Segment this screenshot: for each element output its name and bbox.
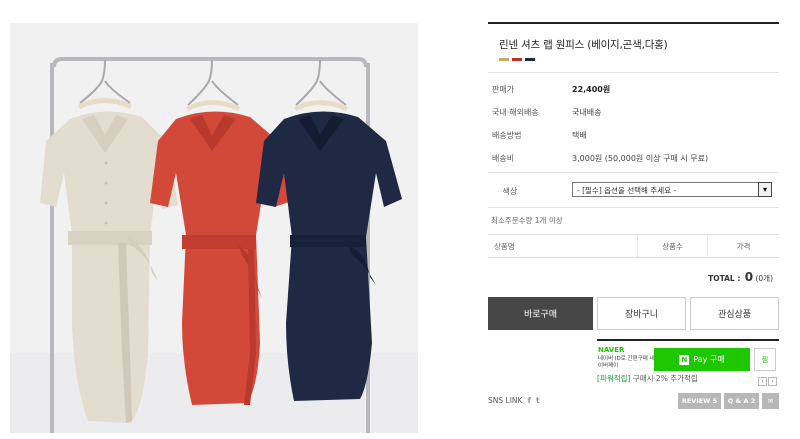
naver-description: 네이버 ID로 간편구매 네이버페이 [598, 356, 655, 369]
col-quantity: 상품수 [638, 235, 708, 257]
total-label: TOTAL : [708, 274, 741, 283]
chevron-right-icon[interactable]: › [768, 377, 777, 386]
spec-shipping-method: 배송방법 택배 [488, 123, 779, 146]
twitter-icon[interactable]: t [536, 396, 540, 405]
naver-pay-button[interactable]: N Pay 구매 [654, 348, 750, 371]
bottom-bar: SNS LINK f t REVIEW 5 Q & A 2 ✉ [488, 393, 779, 409]
product-title: 린넨 셔츠 랩 원피스 (베이지,곤색,다홍) [499, 39, 668, 51]
naver-logo: NAVER [598, 346, 625, 354]
review-button[interactable]: REVIEW 5 [678, 393, 721, 409]
option-row-color: · 색상 - [필수] 옵션을 선택해 주세요 - ▾ [488, 173, 779, 207]
spec-value: 3,000원 (50,000원 이상 구매 시 무료) [572, 154, 709, 163]
naver-n-icon: N [679, 354, 690, 365]
buy-now-button[interactable]: 바로구매 [488, 297, 593, 330]
spec-value: 국내배송 [572, 108, 602, 117]
order-table-header: 상품명 상품수 가격 [488, 234, 779, 258]
spec-value: 22,400원 [572, 85, 611, 94]
points-nav: ‹ › [758, 377, 777, 386]
col-product-name: 상품명 [488, 235, 638, 257]
spec-label: 배송방법 [492, 131, 522, 140]
points-text: 구매시 2% 추가적립 [632, 374, 698, 383]
chevron-left-icon[interactable]: ‹ [758, 377, 767, 386]
select-value: - [필수] 옵션을 선택해 주세요 - [577, 186, 677, 195]
wishlist-button[interactable]: 관심상품 [690, 297, 779, 330]
naver-zzim-button[interactable]: 찜 [754, 348, 776, 371]
spec-price: 판매가 22,400원 [488, 77, 779, 100]
spec-label: 배송비 [492, 154, 515, 163]
chevron-down-icon[interactable]: ▾ [758, 182, 772, 197]
sns-links: SNS LINK f t [488, 396, 540, 405]
facebook-icon[interactable]: f [527, 396, 530, 405]
divider [488, 207, 779, 208]
min-order-quantity: 최소주문수량 1개 이상 [491, 216, 563, 225]
spec-shipping-fee: 배송비 3,000원 (50,000원 이상 구매 시 무료) [488, 146, 779, 169]
qna-button[interactable]: Q & A 2 [724, 393, 759, 409]
top-divider [488, 22, 779, 24]
add-to-cart-button[interactable]: 장바구니 [597, 297, 686, 330]
product-image [10, 23, 418, 433]
spec-label: 판매가 [492, 85, 515, 94]
mail-icon[interactable]: ✉ [762, 393, 779, 409]
color-swatches [499, 58, 779, 61]
product-info-panel: 린넨 셔츠 랩 원피스 (베이지,곤색,다홍) 판매가 22,400원 국내·해… [488, 22, 779, 391]
points-tag: [파워적립] [597, 374, 631, 383]
total-summary: TOTAL : 0 (0개) [488, 270, 773, 284]
total-amount: 0 [744, 270, 754, 284]
spec-shipping-region: 국내·해외배송 국내배송 [488, 100, 779, 123]
total-count: (0개) [755, 274, 773, 283]
spec-value: 택배 [572, 131, 587, 140]
spec-label: 국내·해외배송 [492, 108, 539, 117]
swatch-navy [525, 58, 535, 61]
action-buttons: 바로구매 장바구니 관심상품 [488, 297, 779, 330]
col-price: 가격 [736, 241, 751, 251]
option-label: · 색상 [497, 186, 517, 197]
sns-label: SNS LINK [488, 396, 523, 405]
naver-pay-box: NAVER 네이버 ID로 간편구매 네이버페이 N Pay 구매 찜 [597, 339, 779, 373]
naver-pay-label: Pay 구매 [693, 355, 725, 364]
bullet-icon: · [497, 187, 500, 196]
option-label-text: 색상 [502, 187, 518, 196]
swatch-red [512, 58, 522, 61]
color-option-select[interactable]: - [필수] 옵션을 선택해 주세요 - ▾ [572, 182, 772, 197]
points-row: [파워적립] 구매시 2% 추가적립 ‹ › [597, 373, 779, 391]
swatch-beige [499, 58, 509, 61]
